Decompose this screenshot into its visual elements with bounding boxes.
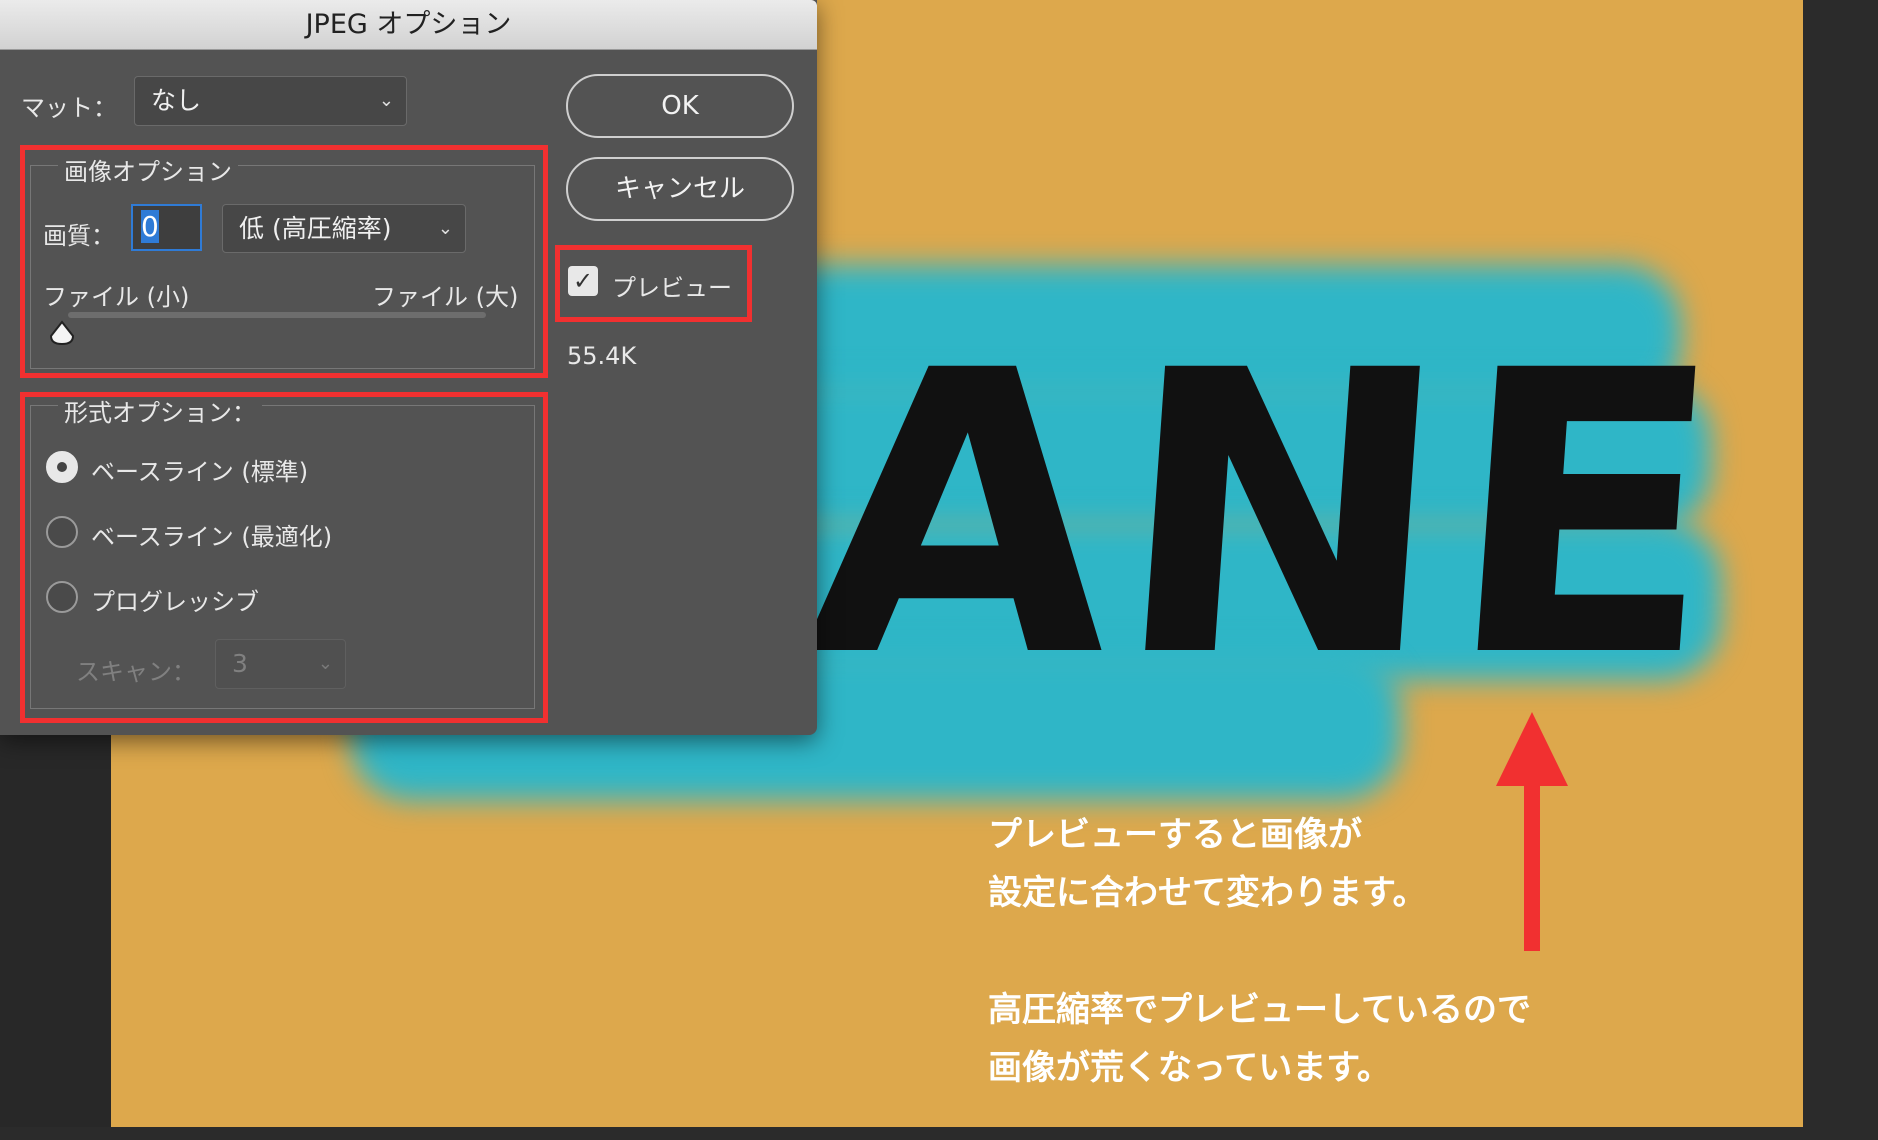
matte-label: マット： bbox=[21, 94, 117, 122]
annotation-compression-note: 高圧縮率でプレビューしているので 画像が荒くなっています。 bbox=[988, 981, 1531, 1097]
ok-button[interactable]: OK bbox=[566, 74, 794, 138]
image-options-highlight bbox=[20, 145, 548, 378]
annotation-line: プレビューすると画像が bbox=[988, 815, 1362, 855]
dialog-title: JPEG オプション bbox=[0, 0, 817, 50]
artwork-lettering: ANE bbox=[795, 288, 1740, 742]
workspace-bottom bbox=[0, 1127, 1878, 1140]
preview-highlight bbox=[555, 245, 752, 322]
annotation-arrow-shaft bbox=[1524, 775, 1540, 951]
matte-select[interactable]: なし ⌄ bbox=[134, 76, 407, 126]
annotation-line: 画像が荒くなっています。 bbox=[988, 1048, 1391, 1088]
workspace-edge bbox=[1803, 0, 1878, 1140]
chevron-down-icon: ⌄ bbox=[378, 90, 394, 111]
file-size-readout: 55.4K bbox=[567, 342, 637, 370]
annotation-preview-note: プレビューすると画像が 設定に合わせて変わります。 bbox=[988, 806, 1427, 922]
annotation-line: 設定に合わせて変わります。 bbox=[988, 873, 1427, 913]
matte-value: なし bbox=[151, 86, 202, 115]
format-options-highlight bbox=[20, 392, 548, 723]
annotation-line: 高圧縮率でプレビューしているので bbox=[988, 990, 1531, 1030]
cancel-button[interactable]: キャンセル bbox=[566, 157, 794, 221]
jpeg-options-dialog: JPEG オプション マット： なし ⌄ 画像オプション 画質： 0 低 (高圧… bbox=[0, 0, 817, 735]
